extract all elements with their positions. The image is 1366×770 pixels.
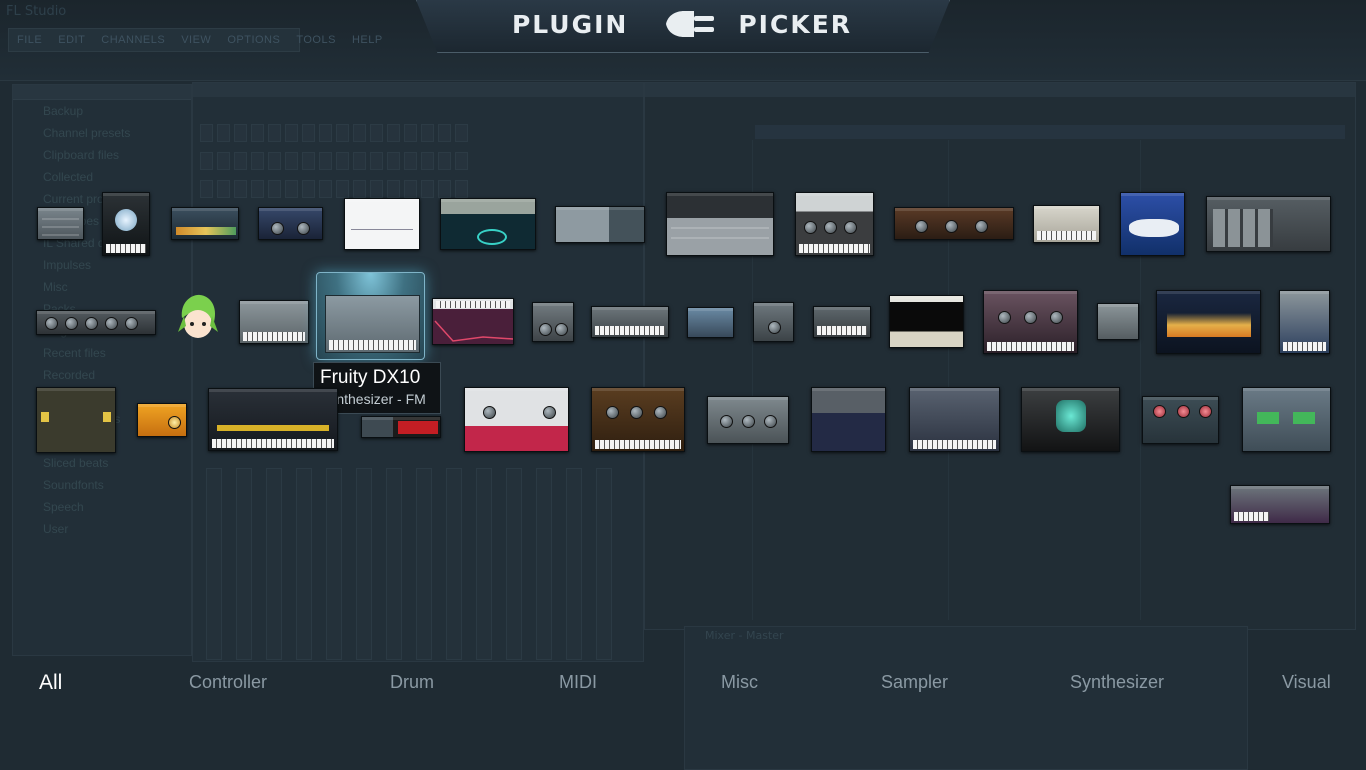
plugin-thumbnail[interactable] [36,310,156,335]
plugin-thumbnail[interactable] [591,387,685,452]
category-misc[interactable]: Misc [721,672,758,693]
ghost-folder-item: Impulses [43,258,92,272]
ghost-menu-item: EDIT [58,34,86,46]
ghost-folder-item: Collected [43,170,94,184]
plugin-thumbnail[interactable] [1242,387,1331,452]
plugin-thumbnail-fruity-dx10[interactable] [316,272,425,360]
ghost-menu-item: OPTIONS [227,34,281,46]
app-title: FL Studio [6,4,67,19]
plugin-thumbnail[interactable] [813,306,871,338]
plugin-thumbnail[interactable] [239,300,309,344]
plugin-thumbnail[interactable] [889,295,964,348]
plugin-thumbnail[interactable] [983,290,1078,354]
category-controller[interactable]: Controller [189,672,267,693]
plugin-thumbnail[interactable] [687,307,734,338]
category-synthesizer[interactable]: Synthesizer [1070,672,1164,693]
mascot-icon[interactable] [176,292,220,344]
plugin-thumbnail[interactable] [361,416,441,438]
ghost-browser-panel: Backup Channel presets Clipboard files Coll… [12,84,192,656]
plugin-thumbnail[interactable] [707,396,789,444]
plugin-thumbnail[interactable] [666,192,774,256]
ghost-menu-item: VIEW [181,34,212,46]
ghost-folder-item: Backup [43,104,84,118]
ghost-menu-item: HELP [351,34,383,46]
plugin-thumbnail[interactable] [909,387,1000,452]
plugin-thumbnail[interactable] [258,207,323,240]
ghost-folder-item: Recorded [43,368,96,382]
category-drum[interactable]: Drum [390,672,434,693]
category-bar: All Controller Drum MIDI Misc Sampler Sy… [0,664,1366,704]
plugin-thumbnail[interactable] [1097,303,1139,340]
ghost-folder-item: Clipboard files [43,148,120,162]
plugin-thumbnail[interactable] [811,387,886,452]
ghost-rack-row [200,180,640,200]
category-midi[interactable]: MIDI [559,672,597,693]
plugin-thumbnail[interactable] [1033,205,1100,243]
category-all[interactable]: All [39,671,62,695]
header-word-left: PLUGIN [511,9,629,39]
ghost-playlist [644,82,1356,630]
ghost-folder-item: Sliced beats [43,456,109,470]
ghost-menu-item: CHANNELS [101,34,166,46]
ghost-mixer-title: Mixer - Master [705,629,784,642]
plugin-thumbnail[interactable] [532,302,574,342]
plugin-thumbnail[interactable] [344,198,420,250]
plugin-thumbnail[interactable] [795,192,874,256]
ghost-menu-item: FILE [17,34,43,46]
ghost-folder-item: Speech [43,500,84,514]
plugin-thumbnail[interactable] [1120,192,1185,256]
ghost-folder-item: Soundfonts [43,478,104,492]
ghost-menu-bar: FILE EDIT CHANNELS VIEW OPTIONS TOOLS HELP [8,28,382,52]
ghost-menu-item: TOOLS [296,34,336,46]
category-visual[interactable]: Visual [1282,672,1331,693]
ghost-folder-item: Channel presets [43,126,131,140]
plugin-thumbnail[interactable] [37,207,84,240]
plugin-thumbnail[interactable] [102,192,150,256]
plug-icon [648,11,715,37]
plugin-thumbnail[interactable] [1206,196,1331,252]
plugin-thumbnail[interactable] [555,206,645,243]
ghost-rack-row [200,124,640,144]
background-daw: FL Studio FILE EDIT CHANNELS VIEW OPTIONS TOO… [0,0,1366,770]
plugin-thumbnail[interactable] [137,403,187,437]
plugin-thumbnail[interactable] [1021,387,1120,452]
tooltip-title: Fruity DX10 [320,367,421,388]
plugin-thumbnail[interactable] [432,298,514,345]
category-sampler[interactable]: Sampler [881,672,948,693]
header-title: PLUGIN PICKER [420,0,944,48]
plugin-thumbnail[interactable] [208,388,338,451]
plugin-thumbnail[interactable] [171,207,239,240]
ghost-folder-item: Misc [43,280,68,294]
plugin-thumbnail[interactable] [1156,290,1261,354]
plugin-thumbnail[interactable] [440,198,536,250]
ghost-folder-item: Recent files [43,346,106,360]
header-word-right: PICKER [738,9,853,39]
plugin-thumbnail[interactable] [591,306,669,338]
ghost-rack-row [200,152,640,172]
plugin-thumbnail[interactable] [753,302,794,342]
plugin-thumbnail[interactable] [464,387,569,452]
plugin-thumbnail[interactable] [36,387,116,453]
plugin-thumbnail[interactable] [1279,290,1330,354]
ghost-folder-item: User [43,522,69,536]
plugin-thumbnail[interactable] [894,207,1014,240]
plugin-thumbnail[interactable] [1230,485,1330,524]
plugin-thumbnail[interactable] [1142,396,1219,444]
